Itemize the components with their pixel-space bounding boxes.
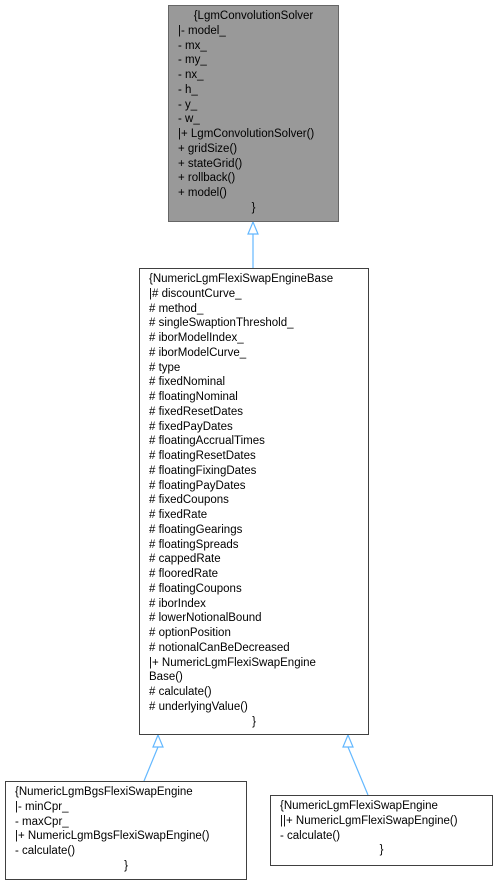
class-closing-brace: } (252, 715, 256, 728)
class-closing-brace: } (251, 201, 256, 214)
class-member: - calculate() (280, 829, 341, 842)
class-member: - nx_ (178, 69, 204, 81)
class-member: # cappedRate (149, 553, 221, 566)
edge-bgs-to-base (143, 746, 159, 782)
class-member: |- model_ (178, 24, 226, 37)
class-member: # floatingResetDates (149, 450, 256, 462)
class-member: |+ LgmConvolutionSolver() (178, 128, 315, 140)
class-member: ||+ NumericLgmFlexiSwapEngine() (280, 814, 458, 827)
class-member: # flooredRate (149, 568, 219, 580)
class-member: # notionalCanBeDecreased (149, 641, 290, 654)
class-member: # iborIndex (149, 597, 206, 610)
class-member: # type (149, 361, 181, 374)
class-member: Base() (149, 671, 183, 684)
class-node-numeric-lgm-flexi-swap-engine[interactable]: {NumericLgmFlexiSwapEngine ||+ NumericLgm… (270, 795, 493, 866)
class-member: # calculate() (149, 686, 212, 698)
edge-flexi-to-base (347, 746, 369, 796)
class-member: |- minCpr_ (15, 800, 69, 813)
class-member: - h_ (178, 83, 198, 96)
class-member: + stateGrid() (178, 157, 243, 170)
class-node-numeric-lgm-bgs-flexi-swap-engine[interactable]: {NumericLgmBgsFlexiSwapEngine |- minCpr_ -… (5, 781, 247, 880)
class-member: - my_ (178, 54, 207, 67)
edge-arrowhead-base-left (152, 733, 164, 748)
class-closing-brace: } (379, 844, 384, 857)
class-member: # lowerNotionalBound (149, 612, 262, 625)
class-member: + gridSize() (178, 142, 238, 155)
class-member: {NumericLgmFlexiSwapEngineBase (149, 273, 334, 285)
class-member: # singleSwaptionThreshold_ (149, 317, 294, 330)
class-member: # fixedPayDates (149, 420, 233, 433)
class-member: # fixedRate (149, 509, 208, 521)
class-member: - w_ (178, 113, 200, 126)
class-member: {NumericLgmBgsFlexiSwapEngine (15, 786, 193, 798)
class-member: - mx_ (178, 39, 207, 52)
class-member: # floatingSpreads (149, 538, 239, 551)
class-closing-brace: } (124, 859, 128, 872)
class-member: # iborModelCurve_ (149, 346, 247, 359)
class-member: {NumericLgmFlexiSwapEngine (280, 800, 438, 812)
class-member: - y_ (178, 98, 198, 111)
class-member: - maxCpr_ (15, 815, 69, 828)
class-node-numeric-lgm-flexi-swap-engine-base[interactable]: {NumericLgmFlexiSwapEngineBase |# discoun… (139, 268, 369, 735)
class-member: + model() (178, 187, 227, 199)
class-member: # fixedCoupons (149, 494, 229, 507)
class-member: # floatingNominal (149, 391, 238, 403)
edge-arrowhead-base-right (342, 733, 354, 748)
class-member: # fixedResetDates (149, 405, 243, 418)
class-member: |# discountCurve_ (149, 287, 242, 300)
class-member: # floatingFixingDates (149, 464, 257, 477)
class-member: # floatingCoupons (149, 582, 242, 595)
class-member: |+ NumericLgmBgsFlexiSwapEngine() (15, 830, 210, 843)
class-node-lgm-convolution-solver[interactable]: {LgmConvolutionSolver |- model_ - mx_ - my… (168, 5, 339, 222)
class-member: # underlyingValue() (149, 700, 248, 713)
class-member: # iborModelIndex_ (149, 332, 244, 344)
class-member: - calculate() (15, 845, 76, 857)
class-member: # floatingGearings (149, 523, 243, 536)
class-member: # floatingPayDates (149, 479, 246, 492)
class-member: |+ NumericLgmFlexiSwapEngine (149, 656, 316, 669)
class-title: {LgmConvolutionSolver (193, 10, 314, 22)
class-member: + rollback() (178, 172, 236, 185)
class-member: # floatingAccrualTimes (149, 435, 265, 448)
class-member: # fixedNominal (149, 376, 226, 389)
edge-arrowhead-solver (247, 220, 259, 235)
class-member: # method_ (149, 302, 204, 315)
class-member: # optionPosition (149, 627, 231, 639)
